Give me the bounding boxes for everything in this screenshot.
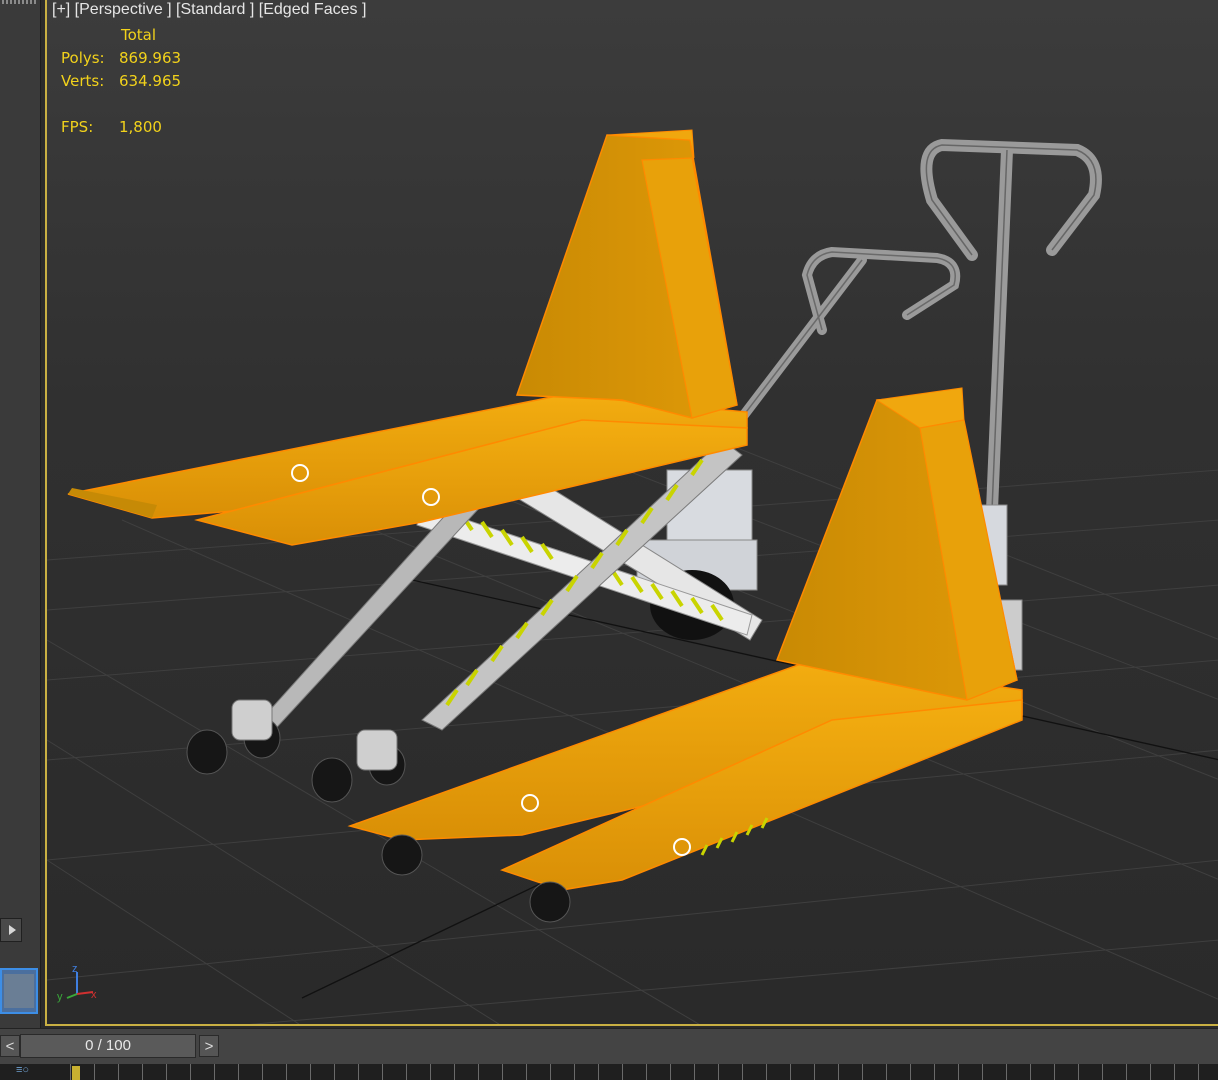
scene-render xyxy=(47,129,1218,1024)
axis-gizmo-icon: z y x xyxy=(57,963,97,1003)
active-viewport-thumbnail[interactable] xyxy=(0,968,38,1014)
polys-value: 869.963 xyxy=(119,49,182,67)
fps-value: 1,800 xyxy=(119,118,162,136)
axis-y-label: y xyxy=(57,991,63,1003)
polys-label: Polys: xyxy=(61,49,105,67)
track-ticks xyxy=(70,1064,1218,1080)
viewport-label[interactable]: [+] [Perspective ] [Standard ] [Edged Fa… xyxy=(52,1,366,19)
panel-grip[interactable] xyxy=(2,0,36,4)
left-command-panel xyxy=(0,0,41,1028)
verts-value: 634.965 xyxy=(119,72,182,90)
track-bar[interactable]: ≡○ xyxy=(0,1064,1218,1080)
fps-label: FPS: xyxy=(61,118,94,136)
stats-header: Total xyxy=(121,26,157,44)
perspective-viewport[interactable]: [+] [Perspective ] [Standard ] [Edged Fa… xyxy=(45,0,1218,1026)
time-slider-bar: < 0 / 100 > xyxy=(0,1028,1218,1065)
axis-z-label: z xyxy=(72,963,78,975)
play-icon[interactable] xyxy=(0,918,22,942)
next-frame-button[interactable]: > xyxy=(199,1035,219,1057)
axis-x-label: x xyxy=(91,989,97,1001)
key-filter-icon[interactable]: ≡○ xyxy=(16,1064,29,1076)
current-frame-marker[interactable] xyxy=(72,1066,80,1080)
prev-frame-button[interactable]: < xyxy=(0,1035,20,1057)
frame-slider[interactable]: 0 / 100 xyxy=(20,1034,196,1058)
verts-label: Verts: xyxy=(61,72,105,90)
